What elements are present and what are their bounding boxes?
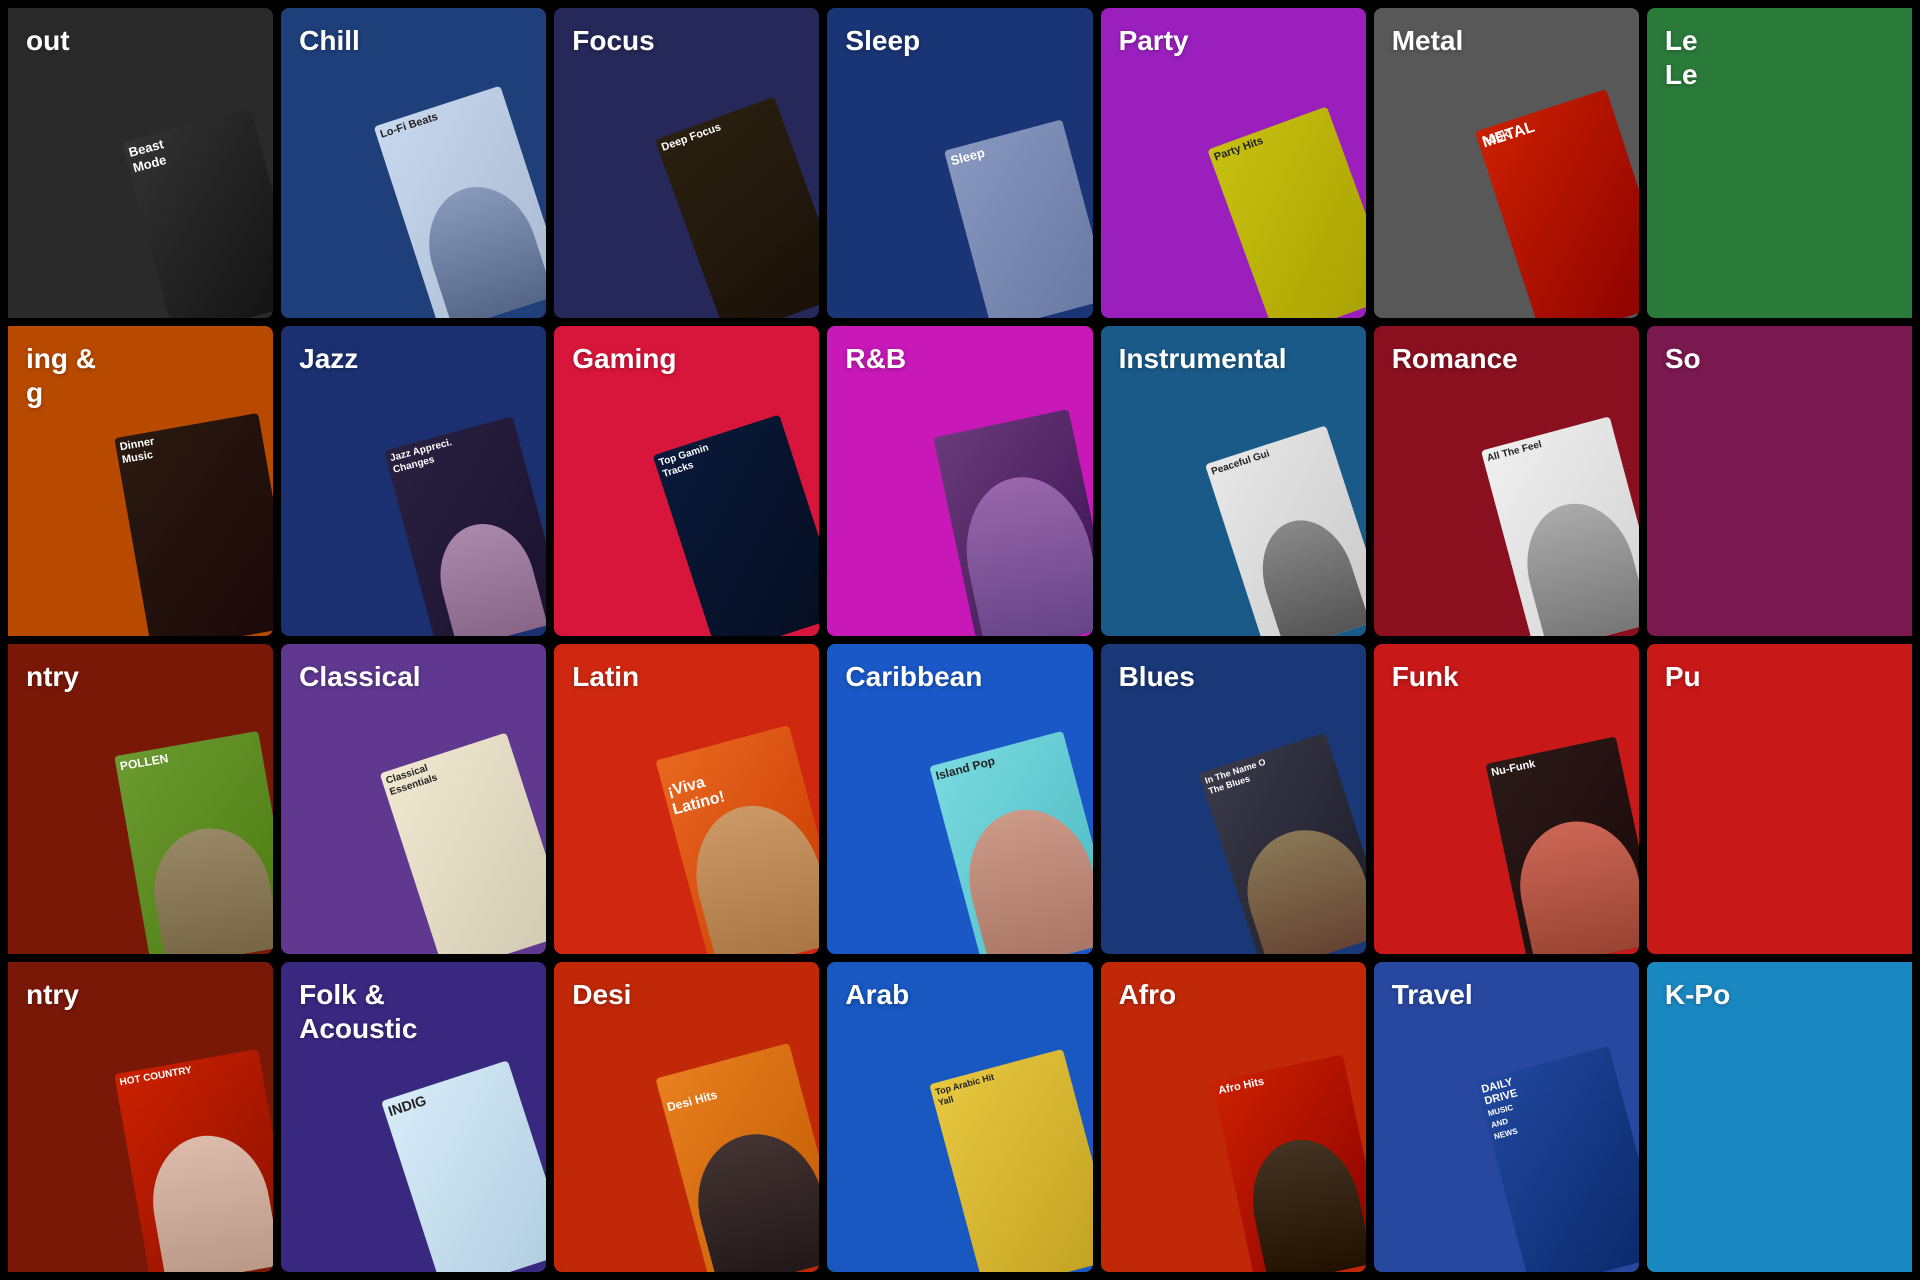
card-instrumental[interactable]: Instrumental Peaceful Gui xyxy=(1101,326,1366,636)
card-focus[interactable]: Focus Deep Focus xyxy=(554,8,819,318)
card-metal[interactable]: Metal METAL KICK xyxy=(1374,8,1639,318)
card-country2[interactable]: ntry HOT COUNTRY xyxy=(8,962,273,1272)
card-soul[interactable]: So xyxy=(1647,326,1912,636)
card-afro[interactable]: Afro Afro Hits xyxy=(1101,962,1366,1272)
card-country-label: ntry xyxy=(26,660,79,694)
card-punk-label: Pu xyxy=(1665,660,1701,694)
card-kpop-label: K-Po xyxy=(1665,978,1730,1012)
card-travel-label: Travel xyxy=(1392,978,1473,1012)
card-le[interactable]: LeLe xyxy=(1647,8,1912,318)
card-jazz-label: Jazz xyxy=(299,342,358,376)
card-funk-label: Funk xyxy=(1392,660,1459,694)
card-desi[interactable]: Desi Desi Hits xyxy=(554,962,819,1272)
card-soul-label: So xyxy=(1665,342,1701,376)
card-punk[interactable]: Pu xyxy=(1647,644,1912,954)
card-caribbean[interactable]: Caribbean Island Pop xyxy=(827,644,1092,954)
card-metal-label: Metal xyxy=(1392,24,1464,58)
card-dance-label: ing &g xyxy=(26,342,96,409)
card-party[interactable]: Party Party Hits xyxy=(1101,8,1366,318)
card-afro-label: Afro xyxy=(1119,978,1177,1012)
card-party-label: Party xyxy=(1119,24,1189,58)
card-desi-label: Desi xyxy=(572,978,631,1012)
card-le-label: LeLe xyxy=(1665,24,1698,91)
card-rnb-label: R&B xyxy=(845,342,906,376)
card-arab[interactable]: Arab Top Arabic HitYall xyxy=(827,962,1092,1272)
card-jazz[interactable]: Jazz Jazz Appreci.Changes xyxy=(281,326,546,636)
card-classical-label: Classical xyxy=(299,660,420,694)
card-latin-label: Latin xyxy=(572,660,639,694)
card-gaming[interactable]: Gaming Top GaminTracks xyxy=(554,326,819,636)
card-romance-label: Romance xyxy=(1392,342,1518,376)
card-romance[interactable]: Romance All The Feel xyxy=(1374,326,1639,636)
card-gaming-label: Gaming xyxy=(572,342,676,376)
card-workout[interactable]: out BeastMode xyxy=(8,8,273,318)
card-caribbean-label: Caribbean xyxy=(845,660,982,694)
card-sleep-label: Sleep xyxy=(845,24,920,58)
card-country2-label: ntry xyxy=(26,978,79,1012)
card-chill-label: Chill xyxy=(299,24,360,58)
card-workout-label: out xyxy=(26,24,70,58)
card-classical[interactable]: Classical ClassicalEssentials xyxy=(281,644,546,954)
card-kpop[interactable]: K-Po xyxy=(1647,962,1912,1272)
card-rnb[interactable]: R&B are & Bo xyxy=(827,326,1092,636)
card-dance[interactable]: ing &g DinnerMusic xyxy=(8,326,273,636)
card-country[interactable]: ntry POLLEN xyxy=(8,644,273,954)
card-travel[interactable]: Travel DAILYDRIVEMUSICANDNEWS xyxy=(1374,962,1639,1272)
card-focus-label: Focus xyxy=(572,24,654,58)
card-sleep[interactable]: Sleep Sleep xyxy=(827,8,1092,318)
card-funk[interactable]: Funk Nu-Funk xyxy=(1374,644,1639,954)
card-folk-label: Folk &Acoustic xyxy=(299,978,417,1045)
card-latin[interactable]: Latin ¡VivaLatino! xyxy=(554,644,819,954)
genre-grid: out BeastMode Chill Lo-Fi Beats Focus De… xyxy=(0,0,1920,1280)
card-blues-label: Blues xyxy=(1119,660,1195,694)
card-chill[interactable]: Chill Lo-Fi Beats xyxy=(281,8,546,318)
card-instrumental-label: Instrumental xyxy=(1119,342,1287,376)
card-folk[interactable]: Folk &Acoustic INDIG xyxy=(281,962,546,1272)
card-blues[interactable]: Blues In The Name OThe Blues xyxy=(1101,644,1366,954)
card-arab-label: Arab xyxy=(845,978,909,1012)
